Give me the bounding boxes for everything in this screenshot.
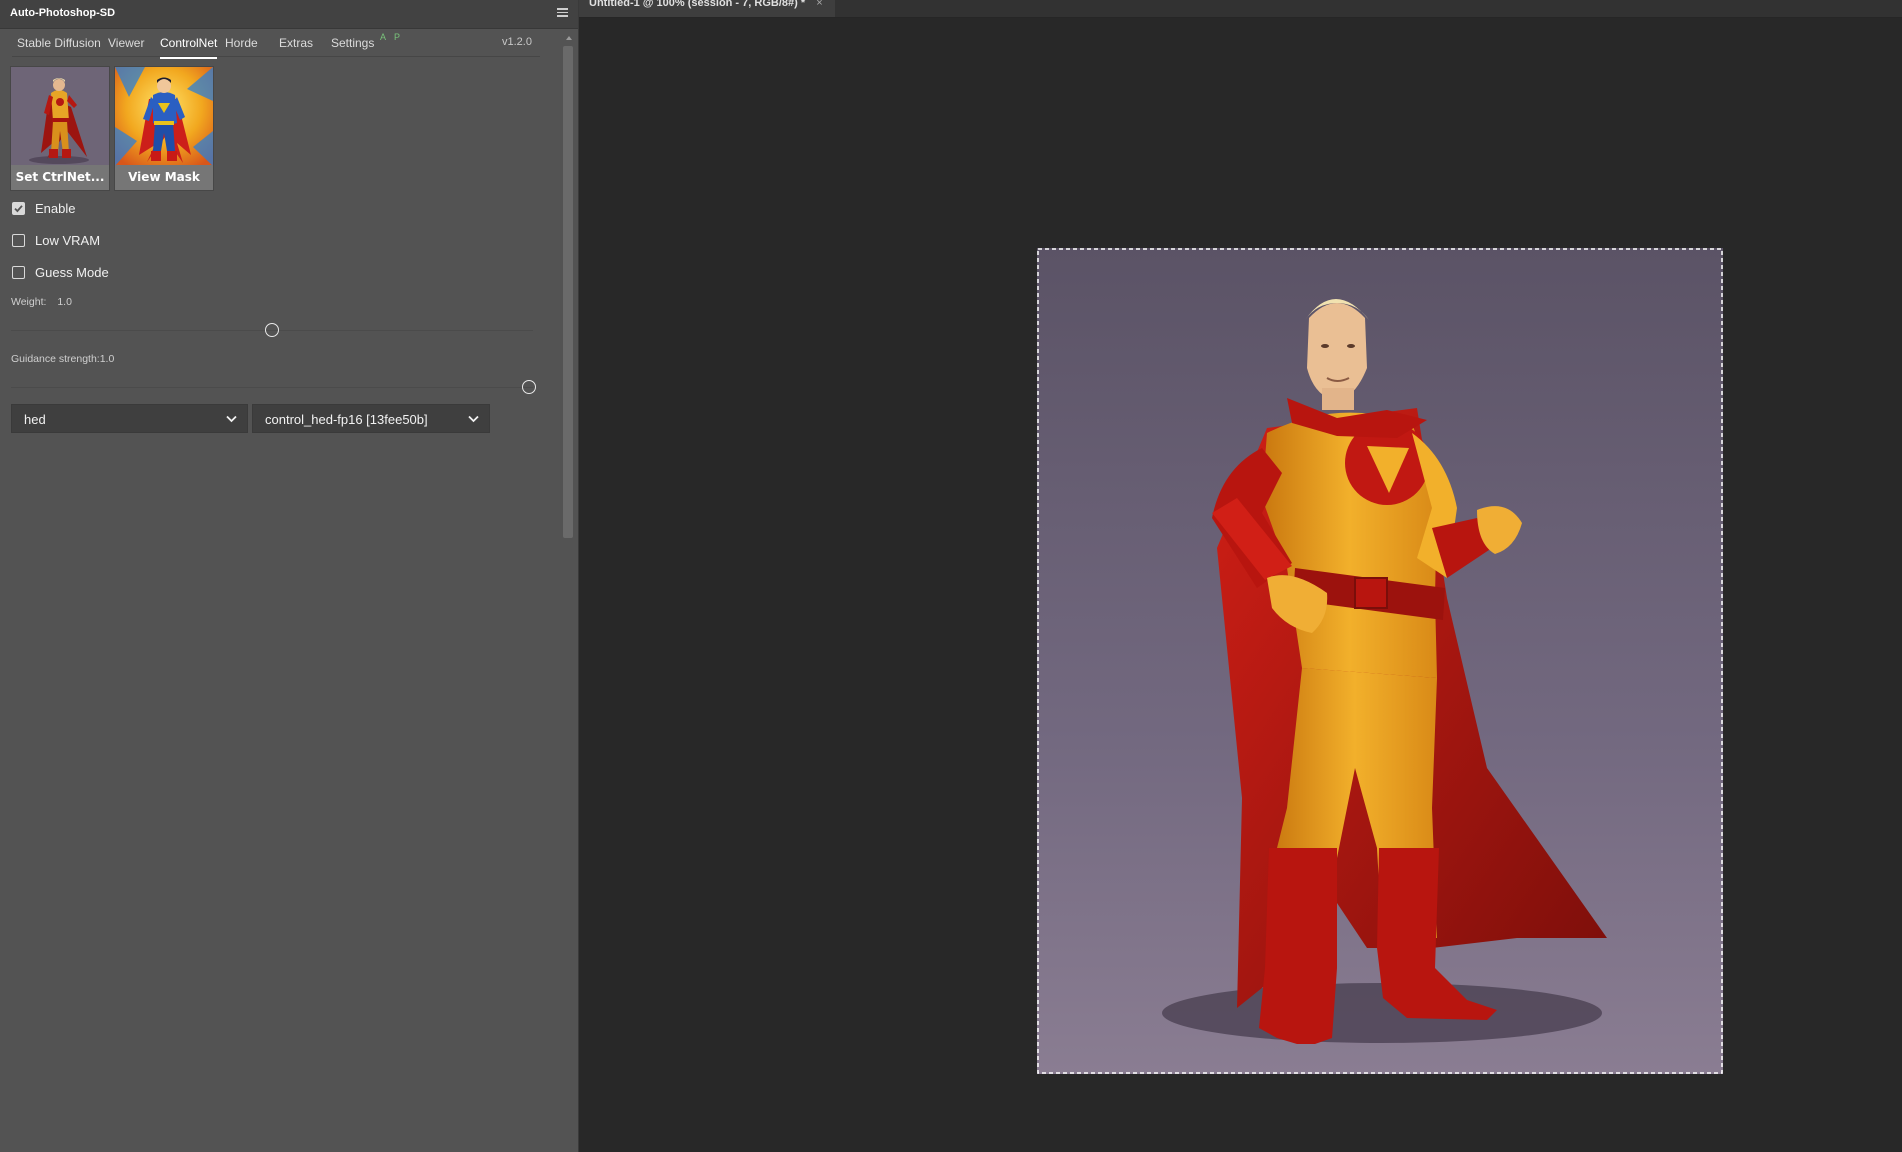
- tab-extras[interactable]: Extras: [279, 36, 313, 50]
- check-icon: [14, 205, 23, 213]
- panel-header: Auto-Photoshop-SD: [0, 0, 578, 29]
- version-label: v1.2.0: [502, 36, 532, 48]
- view-mask-label: View Mask: [115, 165, 213, 190]
- document-tab[interactable]: Untitled-1 @ 100% (session - 7, RGB/8#) …: [579, 0, 835, 17]
- guidance-strength-label: Guidance strength:1.0: [11, 353, 115, 365]
- tab-horde[interactable]: Horde: [225, 36, 258, 50]
- chevron-down-icon: [226, 415, 237, 423]
- panel-title: Auto-Photoshop-SD: [10, 7, 116, 19]
- superhero-artwork: [1037, 248, 1723, 1074]
- tab-bar: Stable Diffusion Viewer ControlNet Horde…: [12, 30, 540, 59]
- chevron-down-icon: [468, 415, 479, 423]
- preprocessor-value: hed: [24, 412, 46, 427]
- auto-photoshop-sd-panel: Auto-Photoshop-SD Stable Diffusion Viewe…: [0, 0, 579, 1152]
- low-vram-label: Low VRAM: [35, 233, 101, 248]
- document-canvas[interactable]: [1037, 248, 1723, 1074]
- model-value: control_hed-fp16 [13fee50b]: [265, 412, 428, 427]
- weight-label: Weight:: [11, 296, 47, 308]
- weight-slider[interactable]: [11, 323, 533, 337]
- view-mask-button[interactable]: View Mask: [114, 66, 214, 191]
- panel-menu-icon[interactable]: [554, 6, 570, 22]
- enable-label: Enable: [35, 201, 76, 216]
- tab-indicator: A P: [380, 32, 404, 42]
- mask-preview-thumbnail: [115, 67, 213, 166]
- weight-value: 1.0: [57, 296, 72, 308]
- document-tab-title: Untitled-1 @ 100% (session - 7, RGB/8#) …: [589, 0, 806, 9]
- controlnet-input-thumbnail: [11, 67, 109, 166]
- scroll-thumb[interactable]: [563, 46, 573, 538]
- tab-viewer[interactable]: Viewer: [108, 36, 144, 50]
- low-vram-checkbox-box[interactable]: [12, 234, 25, 247]
- guess-mode-label: Guess Mode: [35, 265, 109, 280]
- tab-stable-diffusion[interactable]: Stable Diffusion: [17, 36, 101, 50]
- document-tab-bar: Untitled-1 @ 100% (session - 7, RGB/8#) …: [579, 0, 1902, 18]
- tab-controlnet[interactable]: ControlNet: [160, 36, 218, 59]
- guess-mode-checkbox-box[interactable]: [12, 266, 25, 279]
- guidance-strength-slider[interactable]: [11, 380, 536, 394]
- guidance-strength-slider-thumb[interactable]: [522, 380, 536, 394]
- model-select[interactable]: control_hed-fp16 [13fee50b]: [252, 404, 490, 433]
- tab-settings[interactable]: Settings: [331, 36, 374, 50]
- panel-scrollbar[interactable]: [562, 34, 574, 1149]
- set-ctrlnet-label: Set CtrlNet...: [11, 165, 109, 190]
- enable-checkbox-box[interactable]: [12, 202, 25, 215]
- close-icon[interactable]: ×: [816, 0, 822, 9]
- scroll-up-icon[interactable]: [566, 36, 572, 40]
- weight-slider-thumb[interactable]: [265, 323, 279, 337]
- preprocessor-select[interactable]: hed: [11, 404, 248, 433]
- set-ctrlnet-image-button[interactable]: Set CtrlNet...: [10, 66, 110, 191]
- weight-label-row: Weight: 1.0: [11, 296, 72, 308]
